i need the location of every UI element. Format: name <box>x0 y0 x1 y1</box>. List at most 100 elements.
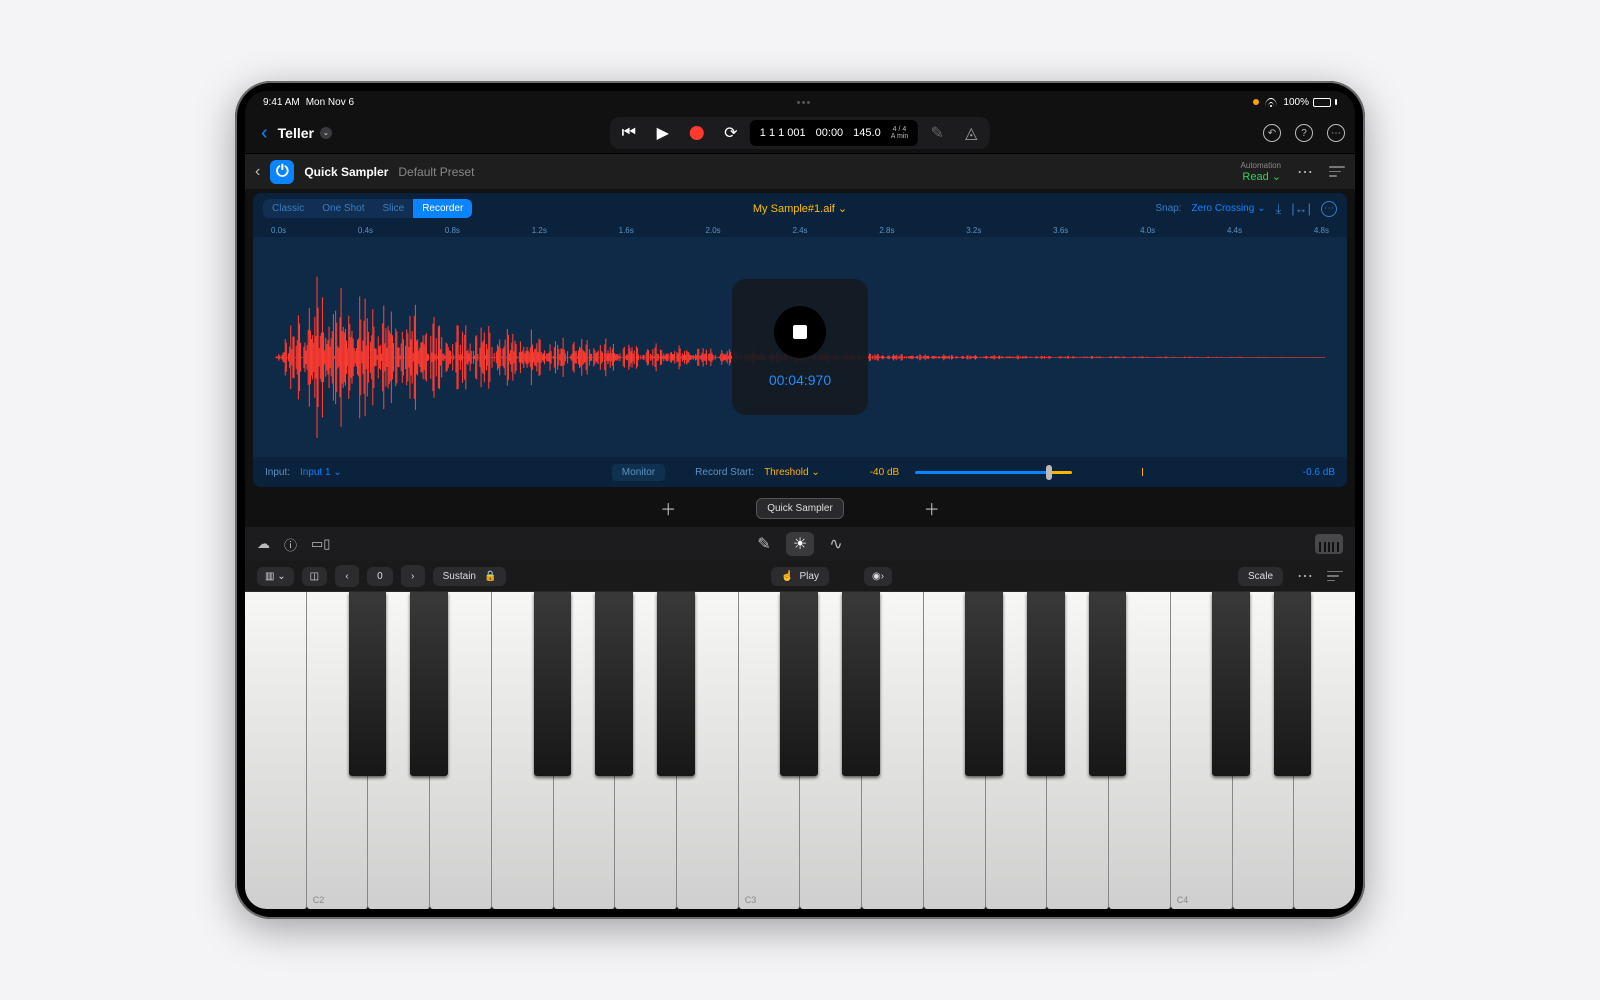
plugin-preset[interactable]: Default Preset <box>398 165 474 179</box>
edit-view-button[interactable]: ✎ <box>750 532 778 556</box>
help-button[interactable]: ? <box>1295 124 1313 142</box>
mode-recorder-tab[interactable]: Recorder <box>413 199 472 218</box>
input-value[interactable]: Input 1 ⌄ <box>300 467 342 478</box>
lcd-tempo: 145.0 <box>853 127 881 139</box>
mixer-view-button[interactable]: ∿ <box>822 532 850 556</box>
fit-icon[interactable]: |↔| <box>1291 201 1311 216</box>
plugin-more-button[interactable]: ⋯ <box>1291 162 1319 182</box>
status-date: Mon Nov 6 <box>306 97 354 108</box>
goto-start-button[interactable]: ⏮ <box>614 120 644 146</box>
white-key[interactable]: C2 <box>307 592 369 909</box>
white-key[interactable] <box>924 592 986 909</box>
sampler-editor: Classic One Shot Slice Recorder My Sampl… <box>253 193 1347 487</box>
ipad-frame: 9:41 AM Mon Nov 6 100% ‹ Teller⌄ ⏮ ▶ <box>235 81 1365 919</box>
project-title[interactable]: Teller⌄ <box>278 125 332 141</box>
mode-oneshot-tab[interactable]: One Shot <box>313 199 373 218</box>
piano-keyboard[interactable]: C2 C3 C4 <box>245 591 1355 909</box>
mode-classic-tab[interactable]: Classic <box>263 199 313 218</box>
track-strip: ＋ Quick Sampler ＋ <box>245 493 1355 523</box>
white-key[interactable] <box>554 592 616 909</box>
octave-up-button[interactable]: › <box>401 565 425 587</box>
white-key[interactable] <box>368 592 430 909</box>
key-label: C4 <box>1177 895 1189 905</box>
lock-icon: 🔒 <box>484 571 496 582</box>
snap-value[interactable]: Zero Crossing ⌄ <box>1192 203 1266 214</box>
metronome-button[interactable]: ◬ <box>956 120 986 146</box>
white-key[interactable]: C4 <box>1171 592 1233 909</box>
slider-handle-icon[interactable] <box>1046 465 1052 480</box>
scale-button[interactable]: Scale <box>1238 567 1283 586</box>
time-ruler: 0.0s 0.4s 0.8s 1.2s 1.6s 2.0s 2.4s 2.8s … <box>253 224 1347 237</box>
mic-in-use-icon <box>1253 99 1259 105</box>
add-plugin-right-button[interactable]: ＋ <box>924 496 940 520</box>
back-button[interactable]: ‹ <box>255 122 274 145</box>
play-button[interactable]: ▶ <box>648 120 678 146</box>
white-key[interactable]: C3 <box>739 592 801 909</box>
white-key[interactable] <box>677 592 739 909</box>
multitask-dots[interactable] <box>797 101 810 104</box>
lcd-position: 1 1 1 001 <box>760 127 806 139</box>
record-button[interactable] <box>682 120 712 146</box>
plugin-back-button[interactable]: ‹ <box>255 163 260 181</box>
automation-mode[interactable]: Automation Read ⌄ <box>1241 161 1281 183</box>
mode-slice-tab[interactable]: Slice <box>374 199 414 218</box>
split-button[interactable]: ◫ <box>302 567 327 586</box>
keyboard-more-button[interactable]: ⋯ <box>1291 566 1319 586</box>
library-icon[interactable]: ☁ <box>257 536 270 552</box>
crop-icon[interactable]: ⤓ <box>1275 201 1281 217</box>
lcd-display[interactable]: 1 1 1 001 00:00 145.0 4 / 4A min <box>750 120 918 146</box>
snap-label: Snap: <box>1155 203 1181 214</box>
keyboard-lines-icon[interactable] <box>1327 571 1343 582</box>
tuner-button[interactable]: ✎ <box>922 120 952 146</box>
view-bar: ☁ ⓘ ▭▯ ✎ ☀ ∿ <box>245 527 1355 561</box>
keyboard-control-bar: ▥ ⌄ ◫ ‹ 0 › Sustain🔒 ☝ Play ◉› Scale ⋯ <box>245 561 1355 591</box>
white-key[interactable] <box>430 592 492 909</box>
wifi-icon <box>1265 98 1277 107</box>
white-key[interactable] <box>1294 592 1355 909</box>
white-key[interactable] <box>615 592 677 909</box>
lcd-signature: 4 / 4A min <box>891 126 909 140</box>
recstart-value[interactable]: Threshold ⌄ <box>764 467 820 478</box>
status-time: 9:41 AM <box>263 97 300 108</box>
play-mode-button[interactable]: ☝ Play <box>771 567 829 586</box>
waveform-display[interactable]: 00:04:970 <box>253 237 1347 457</box>
status-bar: 9:41 AM Mon Nov 6 100% <box>245 91 1355 113</box>
glissando-toggle[interactable]: ◉› <box>864 567 892 586</box>
stop-record-button[interactable] <box>774 306 826 358</box>
smart-controls-button[interactable]: ☀ <box>786 532 814 556</box>
recording-time: 00:04:970 <box>769 372 831 388</box>
peak-db: -0.6 dB <box>1303 467 1335 478</box>
input-label: Input: <box>265 467 290 478</box>
white-key[interactable] <box>1233 592 1295 909</box>
more-menu-button[interactable]: ⋯ <box>1327 124 1345 142</box>
plugin-power-button[interactable]: ⏻ <box>270 160 294 184</box>
key-label: C2 <box>313 895 325 905</box>
sampler-menu-button[interactable]: ⋯ <box>1321 201 1337 217</box>
info-icon[interactable]: ⓘ <box>284 535 297 554</box>
screen: 9:41 AM Mon Nov 6 100% ‹ Teller⌄ ⏮ ▶ <box>245 91 1355 909</box>
white-key[interactable] <box>800 592 862 909</box>
undo-button[interactable]: ↶ <box>1263 124 1281 142</box>
octave-down-button[interactable]: ‹ <box>335 565 359 587</box>
white-key[interactable] <box>492 592 554 909</box>
battery-indicator: 100% <box>1283 97 1337 108</box>
sustain-button[interactable]: Sustain🔒 <box>433 567 507 586</box>
white-key[interactable] <box>1109 592 1171 909</box>
cycle-button[interactable]: ⟳ <box>716 120 746 146</box>
white-key[interactable] <box>245 592 307 909</box>
plugin-header: ‹ ⏻ Quick Sampler Default Preset Automat… <box>245 153 1355 189</box>
plugin-chip[interactable]: Quick Sampler <box>756 498 844 519</box>
add-plugin-left-button[interactable]: ＋ <box>660 496 676 520</box>
white-key[interactable] <box>1047 592 1109 909</box>
keyboard-view-button[interactable] <box>1315 534 1343 554</box>
main-toolbar: ‹ Teller⌄ ⏮ ▶ ⟳ 1 1 1 001 00:00 145.0 4 … <box>245 113 1355 153</box>
stop-icon <box>793 325 807 339</box>
white-key[interactable] <box>862 592 924 909</box>
sample-filename[interactable]: My Sample#1.aif ⌄ <box>753 202 847 215</box>
monitor-toggle[interactable]: Monitor <box>612 464 665 481</box>
threshold-slider[interactable] <box>915 469 1145 475</box>
browser-icon[interactable]: ▭▯ <box>311 536 330 552</box>
plugin-lines-icon[interactable] <box>1329 166 1345 177</box>
keyboard-mode-button[interactable]: ▥ ⌄ <box>257 567 294 586</box>
white-key[interactable] <box>986 592 1048 909</box>
